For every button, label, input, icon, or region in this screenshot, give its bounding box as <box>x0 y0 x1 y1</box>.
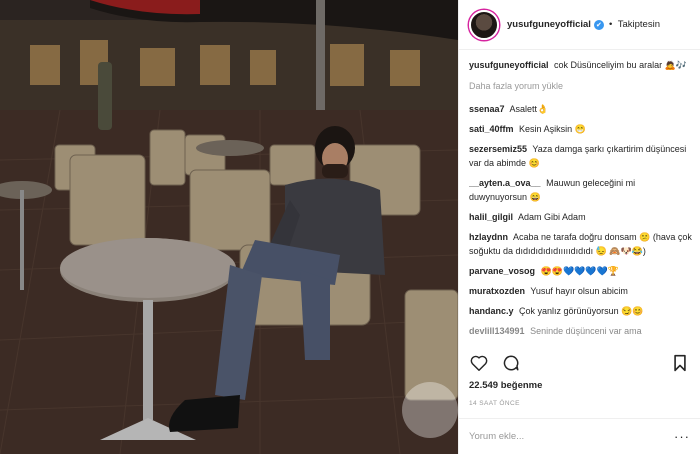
header-separator: • <box>608 19 613 30</box>
comment-username[interactable]: parvane_vosog <box>469 266 535 276</box>
comment-item: sati_40ffm Kesin Aşiksin 😁 <box>469 122 692 136</box>
comment-text: Asalett👌 <box>509 104 549 114</box>
post-photo[interactable] <box>0 0 458 454</box>
heart-icon[interactable] <box>469 353 489 373</box>
follow-status[interactable]: • Takiptesin <box>609 19 660 30</box>
comment-item: handanc.y Çok yanlız görünüyorsun 😏😊 <box>469 304 692 318</box>
comment-item: halil_gilgil Adam Gibi Adam <box>469 210 692 224</box>
comment-username[interactable]: devlill134991 <box>469 326 525 336</box>
profile-avatar[interactable] <box>469 9 499 40</box>
comment-text: Yusuf hayır olsun abicim <box>530 286 628 296</box>
comment-icon[interactable] <box>501 353 521 373</box>
comment-text: 😍😍💙💙💙💙🏆 <box>540 266 619 276</box>
comment-item: sezersemiz55 Yaza damga şarkı çıkartirim… <box>469 142 692 170</box>
comment-item: devlill134991 Seninde düşünceni var ama <box>469 324 692 338</box>
comment-username[interactable]: muratxozden <box>469 286 525 296</box>
comment-username[interactable]: halil_gilgil <box>469 212 513 222</box>
post-photo-illustration <box>0 0 458 454</box>
bookmark-icon[interactable] <box>670 353 690 373</box>
comment-username[interactable]: sezersemiz55 <box>469 144 527 154</box>
comment-username[interactable]: hzlaydnn <box>469 232 508 242</box>
comment-text: Seninde düşünceni var ama <box>530 326 642 336</box>
header-username[interactable]: yusufguneyofficial <box>507 19 591 30</box>
post-timestamp: 14 SAAT ÖNCE <box>469 400 520 407</box>
verified-badge-icon: ✔ <box>593 19 604 30</box>
add-comment-input[interactable]: Yorum ekle... <box>469 431 674 442</box>
comment-username[interactable]: ssenaa7 <box>469 104 505 114</box>
comment-item: hzlaydnn Acaba ne tarafa doğru donsam 😕 … <box>469 230 692 258</box>
caption-text: cok Düsünceliyim bu aralar 🙇🎶 <box>554 60 687 70</box>
comment-item: muratxozden Yusuf hayır olsun abicim <box>469 284 692 298</box>
post-side-panel: yusufguneyofficial ✔ • Takiptesin yusufg… <box>458 0 700 454</box>
comment-text: Adam Gibi Adam <box>518 212 586 222</box>
comment-item: __ayten.a_ova__ Mauwun geleceğini mi duw… <box>469 176 692 204</box>
post-header: yusufguneyofficial ✔ • Takiptesin <box>459 0 700 50</box>
more-options-icon[interactable]: ··· <box>674 429 690 444</box>
comment-text: Çok yanlız görünüyorsun 😏😊 <box>519 306 644 316</box>
follow-status-label: Takiptesin <box>617 19 660 30</box>
load-more-comments-link[interactable]: Daha fazla yorum yükle <box>469 80 692 92</box>
caption-username[interactable]: yusufguneyofficial <box>469 60 549 70</box>
comment-username[interactable]: __ayten.a_ova__ <box>469 178 541 188</box>
comment-username[interactable]: sati_40ffm <box>469 124 514 134</box>
likes-count[interactable]: 22.549 beğenme <box>469 380 542 391</box>
comments-list[interactable]: yusufguneyofficial cok Düsünceliyim bu a… <box>469 58 692 342</box>
post-caption: yusufguneyofficial cok Düsünceliyim bu a… <box>469 58 692 72</box>
comment-text: Kesin Aşiksin 😁 <box>519 124 586 134</box>
comment-item: parvane_vosog 😍😍💙💙💙💙🏆 <box>469 264 692 278</box>
post-actions-bar <box>469 352 690 374</box>
comment-username[interactable]: handanc.y <box>469 306 514 316</box>
add-comment-bar: Yorum ekle... ··· <box>459 418 700 454</box>
comment-item: ssenaa7 Asalett👌 <box>469 102 692 116</box>
